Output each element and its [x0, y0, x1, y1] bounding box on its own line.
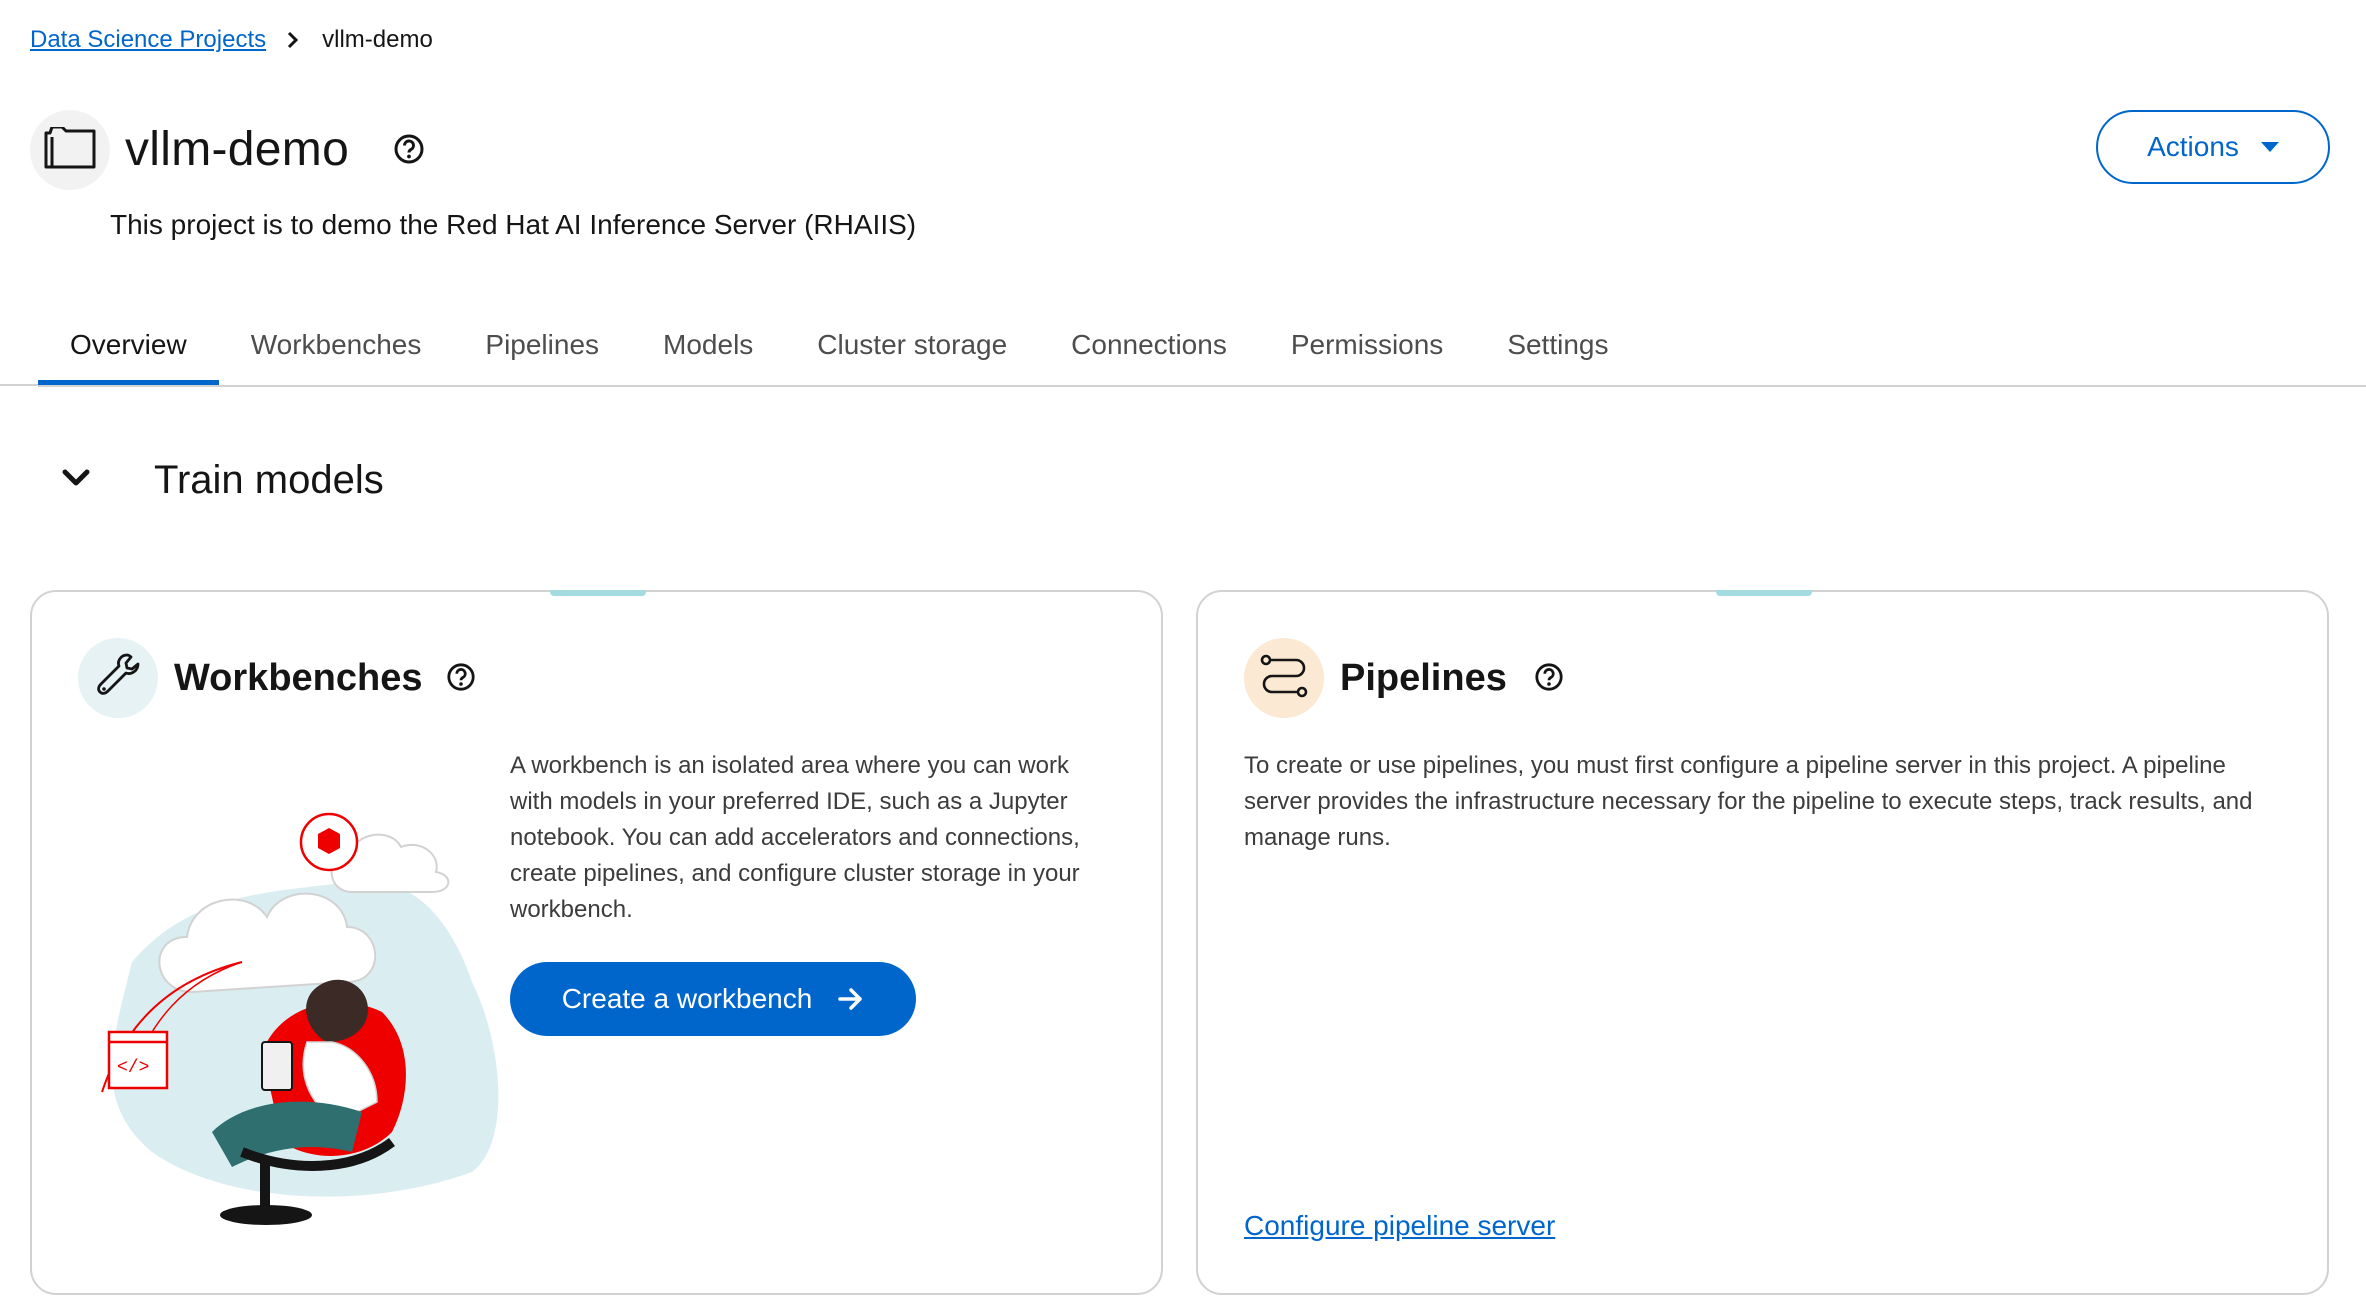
- breadcrumb-current: vllm-demo: [322, 26, 433, 53]
- tab-bar: Overview Workbenches Pipelines Models Cl…: [38, 305, 2366, 387]
- project-avatar: [30, 110, 110, 190]
- help-icon[interactable]: [446, 662, 476, 692]
- wrench-icon: [93, 651, 143, 706]
- folder-icon: [44, 125, 96, 174]
- workbench-illustration: </>: [72, 742, 512, 1242]
- tab-permissions[interactable]: Permissions: [1259, 305, 1475, 385]
- tab-settings[interactable]: Settings: [1475, 305, 1640, 385]
- tab-pipelines[interactable]: Pipelines: [453, 305, 631, 385]
- tab-cluster-storage[interactable]: Cluster storage: [785, 305, 1039, 385]
- help-icon[interactable]: [393, 133, 425, 165]
- chevron-right-icon: [286, 31, 300, 49]
- card-accent: [550, 590, 646, 596]
- pipelines-card-icon: [1244, 638, 1324, 718]
- project-description: This project is to demo the Red Hat AI I…: [110, 209, 917, 240]
- help-icon[interactable]: [1534, 662, 1564, 692]
- workbenches-card-description: A workbench is an isolated area where yo…: [510, 752, 1080, 923]
- pipelines-card: Pipelines To create or use pipelines, yo…: [1196, 590, 2329, 1295]
- configure-pipeline-server-link[interactable]: Configure pipeline server: [1244, 1210, 1555, 1242]
- arrow-right-icon: [838, 987, 864, 1011]
- workbenches-card-icon: [78, 638, 158, 718]
- breadcrumb: Data Science Projects vllm-demo: [30, 26, 433, 54]
- caret-down-icon: [2260, 142, 2279, 152]
- chevron-down-icon: [62, 468, 90, 493]
- tab-connections[interactable]: Connections: [1039, 305, 1259, 385]
- pipelines-card-description: To create or use pipelines, you must fir…: [1244, 752, 2253, 851]
- create-workbench-button[interactable]: Create a workbench: [510, 962, 916, 1036]
- create-workbench-label: Create a workbench: [561, 983, 813, 1014]
- section-toggle[interactable]: [58, 462, 94, 498]
- tab-overview[interactable]: Overview: [38, 305, 219, 385]
- workbenches-card-title: Workbenches: [174, 657, 423, 699]
- actions-dropdown-button[interactable]: Actions: [2096, 110, 2330, 184]
- pipeline-icon: [1258, 650, 1310, 707]
- project-name: vllm-demo: [125, 123, 350, 176]
- svg-text:</>: </>: [117, 1058, 149, 1078]
- card-accent: [1716, 590, 1812, 596]
- tab-workbenches[interactable]: Workbenches: [219, 305, 454, 385]
- tab-models[interactable]: Models: [631, 305, 785, 385]
- workbenches-card: Workbenches </> A workbench is an isolat…: [30, 590, 1163, 1295]
- page-title: vllm-demo: [125, 118, 349, 182]
- actions-label: Actions: [2147, 131, 2239, 162]
- tabs-divider: [0, 384, 38, 386]
- section-title: Train models: [154, 458, 384, 502]
- pipelines-card-title: Pipelines: [1340, 657, 1507, 699]
- breadcrumb-data-science-projects[interactable]: Data Science Projects: [30, 26, 266, 54]
